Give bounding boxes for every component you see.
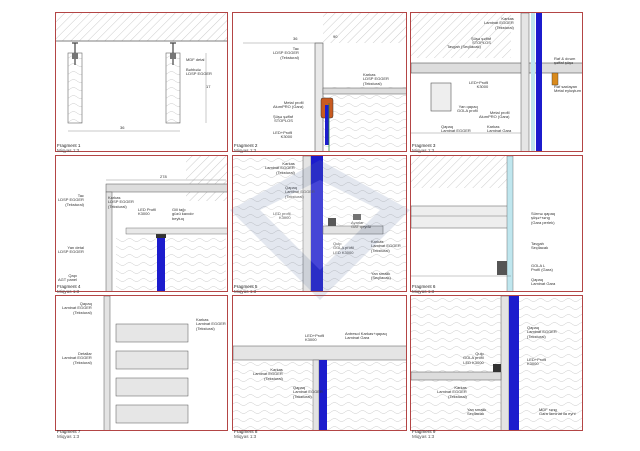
fragment-4-label-d: Gill tağı güzü kaxıdır beyluq: [172, 207, 194, 221]
fragment-6-frame: Sürmə qapaq şüşə+rəng (Gara perlek) Tavg…: [410, 155, 583, 292]
fragment-5-label-a: Karkas Laminat EGGER (Tekstural): [265, 161, 295, 175]
fragment-3-label-j: Karkas Laminat Gara: [487, 124, 512, 134]
fragment-2-label-a: Tac LDSP EGGER (Tekstural): [273, 46, 299, 60]
fragment-4-drawing: [105, 156, 227, 291]
fragment-9-label-a: Qapaq Laminat EGGER (Tekstural): [527, 325, 557, 339]
fragment-9-label-b: Qulp GOLA profil LED K3000: [463, 351, 484, 365]
fragment-4-label-f: Qapı AGT panel: [58, 273, 78, 283]
fragment-8-label-d: Qapaq Laminat EGGER (Tekstural): [293, 385, 323, 399]
fragment-2-label-e: LED+Profil K3000: [273, 130, 293, 140]
fragment-8-frame: LED+Profil K3000 Antresol Karkas+qapaq L…: [232, 295, 407, 431]
fragment-3-label-h: Yan qapaq GOLA profil: [457, 104, 478, 114]
fragment-3-label-i: Qapaq Laminat EGGER: [441, 124, 471, 134]
fragment-8-drawing: [233, 345, 406, 430]
drawing-sheet: MDF detal Bəhbələ LDSP EGGER 17 36 Fragm…: [0, 0, 640, 451]
fragment-3-label-e: Raf saxlayan Metal eyluştum: [554, 84, 581, 94]
fragment-3-label-g: Metal profil AlumPRO (Gara): [479, 110, 510, 120]
fragment-7-label-c: Detallar Laminat EGGER (Tekstural): [62, 351, 92, 365]
fragment-4-label-b: Karkas LDSP EGGER (Tekstural): [108, 195, 134, 209]
fragment-6-label-b: Tavgah Seçilacak: [531, 241, 549, 251]
fragment-6-drawing: [411, 156, 514, 291]
fragment-1-dim-c: 17: [206, 84, 211, 89]
fragment-7-label-b: Karkas Laminat EGGER (Tekstural): [196, 317, 226, 331]
fragment-4-label-e: Yan detal LDSP EGGER: [58, 245, 84, 255]
fragment-4-dim-g: 278: [160, 174, 167, 179]
fragment-5-frame: Karkas Laminat EGGER (Tekstural) Qapaq L…: [232, 155, 407, 292]
fragment-1-title: Fragment 1 Miqyas 1:3: [57, 143, 81, 153]
fragment-2-frame: Tac LDSP EGGER (Tekstural) Karkas LDSP E…: [232, 12, 407, 152]
fragment-3-label-c: Tavgah (Seçilacak): [447, 44, 481, 49]
fragment-8-label-c: Karkas Laminat EGGER (Tekstural): [253, 367, 283, 381]
fragment-5-label-c: LED profil K3000: [273, 211, 291, 221]
fragment-7-title: Fragment 7 Miqyas 1:3: [57, 429, 81, 439]
fragment-3-label-a: Karkas Laminat EGGER (Tekstural): [484, 16, 514, 30]
fragment-1-label-b: Bəhbələ LDSP EGGER: [186, 67, 212, 77]
fragment-3-label-f: LED+Profil K3000: [469, 80, 489, 90]
fragment-6-title: Fragment 6 Miqyas 1:3: [412, 284, 436, 294]
fragment-8-label-a: LED+Profil K3000: [305, 333, 325, 343]
fragment-1-frame: MDF detal Bəhbələ LDSP EGGER 17 36: [55, 12, 228, 152]
fragment-9-label-d: Karkas Laminat EGGER (Tekstural): [437, 385, 467, 399]
fragment-3-frame: Karkas Laminat EGGER (Tekstural) Şüşə şə…: [410, 12, 583, 152]
fragment-8-label-b: Antresol Karkas+qapaq Laminat Gara: [345, 331, 387, 341]
fragment-5-label-g: Yan smalik (Seçilacak): [371, 271, 391, 281]
fragment-1-label-a: MDF detal: [186, 57, 205, 62]
fragment-2-dim-g: 36: [293, 36, 298, 41]
fragment-5-label-d: Ayarlar GAT qeydə: [351, 220, 371, 230]
fragment-4-label-c: LED Profil K3000: [138, 207, 157, 217]
fragment-4-title: Fragment 4 Miqyas 1:3: [57, 284, 81, 294]
fragment-1-drawing: [56, 13, 227, 132]
fragment-2-label-c: Metal profil AlumPRO (Gara): [273, 100, 304, 110]
fragment-5-label-f: Karkas Laminat EGGER (Tekstural): [371, 239, 401, 253]
fragment-7-frame: Qapaq Laminat EGGER (Tekstural) Karkas L…: [55, 295, 228, 431]
fragment-4-label-a: Tac LDSP EGGER (Tekstural): [58, 193, 84, 207]
fragment-6-label-d: Qapaq Laminat Gara: [531, 277, 556, 287]
fragment-3-label-d: Raf & dırəm şəffaf şüşə: [554, 56, 576, 66]
fragment-6-label-a: Sürmə qapaq şüşə+rəng (Gara perlek): [531, 211, 556, 225]
fragment-5-title: Fragment 5 Miqyas 1:3: [234, 284, 258, 294]
fragment-2-label-b: Karkas LDSP EGGER (Tekstural): [363, 72, 389, 86]
fragment-5-label-e: Qulp GOLA profil LED K3000: [333, 241, 354, 255]
fragment-9-label-f: MDF rəng Gara laminat ila eyni: [539, 407, 576, 417]
fragment-1-dim-d: 36: [120, 125, 125, 130]
fragment-9-frame: Qapaq Laminat EGGER (Tekstural) Qulp GOL…: [410, 295, 583, 431]
fragment-2-dim-f: 90: [333, 34, 338, 39]
fragment-9-label-e: Yan smalik Seçilacak: [467, 407, 487, 417]
fragment-4-frame: Tac LDSP EGGER (Tekstural) Karkas LDSP E…: [55, 155, 228, 292]
fragment-7-label-a: Qapaq Laminat EGGER (Tekstural): [62, 301, 92, 315]
fragment-2-label-d: Şüşə şəffaf STOPLOS: [273, 114, 293, 124]
fragment-9-label-c: LED+Profil K3000: [527, 357, 547, 367]
fragment-8-title: Fragment 8 Miqyas 1:3: [234, 429, 258, 439]
fragment-6-label-c: GOLA L Profil (Gara): [531, 263, 553, 273]
fragment-5-label-b: Qapaq Laminat EGGER (Tekstural): [285, 185, 315, 199]
fragment-9-title: Fragment 9 Miqyas 1:3: [412, 429, 436, 439]
fragment-2-title: Fragment 2 Miqyas 1:3: [234, 143, 258, 153]
fragment-3-title: Fragment 3 Miqyas 1:3: [412, 143, 436, 153]
